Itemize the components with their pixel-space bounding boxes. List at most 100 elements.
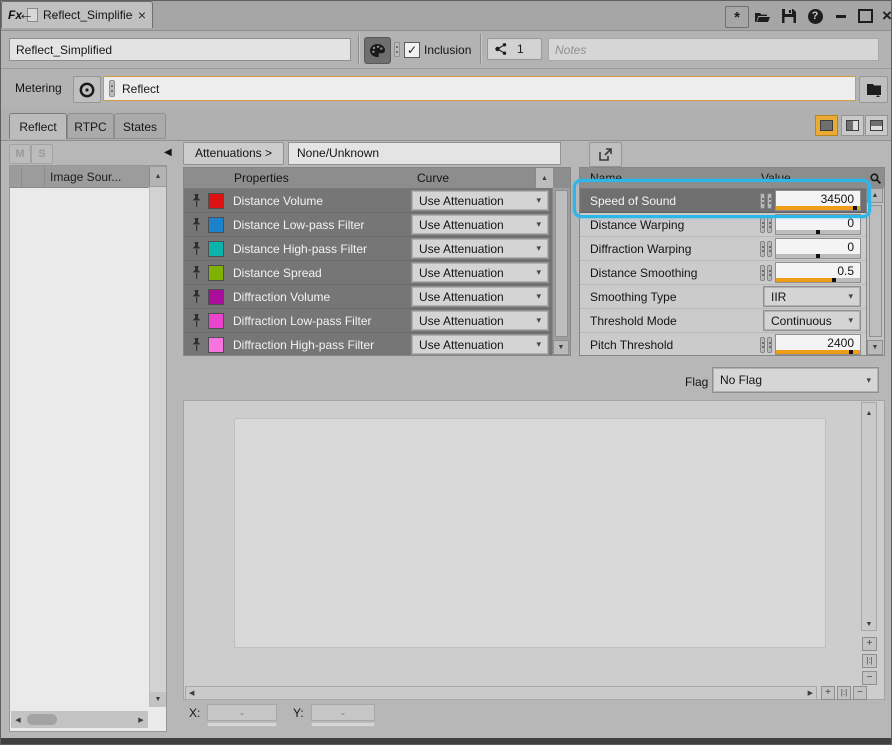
color-palette-button[interactable]: [364, 37, 391, 64]
view-mode-split-horizontal-button[interactable]: [865, 115, 888, 136]
curve-dropdown[interactable]: Use Attenuation▾: [412, 191, 548, 210]
tab-reflect[interactable]: Reflect: [9, 113, 67, 139]
zoom-in-horizontal-button[interactable]: +: [821, 686, 835, 700]
maximize-button[interactable]: [854, 6, 876, 26]
curve-dropdown[interactable]: Use Attenuation▾: [412, 335, 548, 354]
pin-icon[interactable]: [184, 194, 208, 207]
scroll-down-icon[interactable]: ▼: [150, 692, 166, 707]
zoom-in-vertical-button[interactable]: +: [862, 637, 877, 651]
search-button[interactable]: [866, 173, 884, 184]
scroll-right-icon[interactable]: ▶: [808, 689, 816, 697]
open-in-editor-button[interactable]: [589, 142, 622, 167]
fit-vertical-button[interactable]: |:|: [862, 654, 877, 668]
scroll-up-icon[interactable]: ▲: [863, 404, 875, 418]
object-name-input[interactable]: [9, 38, 351, 61]
rtpc-link-icon[interactable]: [760, 265, 772, 281]
slider-track[interactable]: [776, 254, 860, 258]
zoom-out-vertical-button[interactable]: −: [862, 671, 877, 685]
rtpc-link-icon[interactable]: [760, 217, 772, 233]
tab-rtpc[interactable]: RTPC: [67, 113, 114, 139]
pin-icon[interactable]: [184, 338, 208, 351]
scroll-up-icon[interactable]: ▲: [149, 167, 166, 186]
link-indicator-icon[interactable]: [394, 42, 400, 57]
rtpc-link-icon[interactable]: [760, 193, 772, 209]
y-coordinate-field[interactable]: -: [311, 704, 375, 721]
zoom-out-horizontal-button[interactable]: −: [853, 686, 867, 700]
param-row-diffraction-warping[interactable]: Diffraction Warping 0: [580, 237, 884, 261]
scroll-up-button[interactable]: ▲: [535, 168, 553, 189]
param-row-distance-warping[interactable]: Distance Warping 0: [580, 213, 884, 237]
sharesets-button[interactable]: 1: [487, 38, 542, 60]
fit-horizontal-button[interactable]: |:|: [837, 686, 851, 700]
open-folder-icon[interactable]: [751, 6, 773, 26]
slider-marker[interactable]: [832, 278, 836, 282]
pin-icon[interactable]: [184, 218, 208, 231]
slider-track[interactable]: [776, 230, 860, 234]
help-button[interactable]: ?: [804, 6, 826, 26]
pin-icon[interactable]: [184, 242, 208, 255]
curve-dropdown[interactable]: Use Attenuation▾: [412, 311, 548, 330]
param-row-speed-of-sound[interactable]: Speed of Sound 34500: [580, 189, 884, 213]
scroll-up-icon[interactable]: ▲: [867, 188, 883, 203]
hscroll-thumb[interactable]: [27, 714, 57, 725]
image-sources-column-header[interactable]: Image Sour...: [45, 170, 149, 184]
view-mode-single-button[interactable]: [815, 115, 838, 136]
curve-dropdown[interactable]: Use Attenuation▾: [412, 239, 548, 258]
pin-icon[interactable]: [184, 314, 208, 327]
attenuation-name-field[interactable]: None/Unknown: [288, 142, 561, 165]
x-coordinate-field[interactable]: -: [207, 704, 277, 721]
slider-marker[interactable]: [816, 230, 820, 234]
properties-column-header[interactable]: Properties: [234, 171, 417, 185]
forward-button[interactable]: →: [41, 5, 63, 25]
vscroll-thumb[interactable]: [555, 190, 568, 337]
param-value-field[interactable]: 0.5: [775, 262, 861, 283]
param-row-pitch-threshold[interactable]: Pitch Threshold 2400: [580, 333, 884, 356]
threshold-mode-dropdown[interactable]: Continuous▾: [764, 311, 860, 330]
metering-target-field[interactable]: Reflect: [103, 76, 856, 101]
slider-marker[interactable]: [853, 206, 857, 210]
param-value-field[interactable]: 0: [775, 238, 861, 259]
pin-window-button[interactable]: *: [725, 6, 749, 28]
back-button[interactable]: ←: [15, 5, 37, 25]
graph-plot-region[interactable]: [234, 418, 826, 648]
slider-track[interactable]: [776, 206, 860, 210]
rtpc-link-icon[interactable]: [760, 337, 772, 353]
properties-vscrollbar[interactable]: ▼: [552, 188, 570, 355]
view-mode-split-vertical-button[interactable]: [841, 115, 864, 136]
slider-marker[interactable]: [816, 254, 820, 258]
param-row-threshold-mode[interactable]: Threshold Mode Continuous▾: [580, 309, 884, 333]
scroll-right-icon[interactable]: ▶: [134, 711, 148, 728]
scroll-left-icon[interactable]: ◀: [11, 711, 25, 728]
solo-button[interactable]: S: [31, 144, 53, 164]
scroll-down-icon[interactable]: ▼: [863, 615, 875, 629]
param-value-field[interactable]: 0: [775, 214, 861, 235]
scroll-left-icon[interactable]: ◀: [186, 689, 194, 697]
flag-dropdown[interactable]: No Flag▾: [713, 368, 878, 392]
pin-icon[interactable]: [184, 290, 208, 303]
slider-track[interactable]: [776, 350, 860, 354]
graph-hscrollbar[interactable]: ◀ ▶: [185, 686, 817, 700]
name-column-header[interactable]: Name: [580, 171, 761, 185]
image-sources-hscrollbar[interactable]: ◀ ▶: [11, 711, 148, 728]
curve-dropdown[interactable]: Use Attenuation▾: [412, 215, 548, 234]
image-sources-vscrollbar[interactable]: [149, 187, 166, 707]
param-value-field[interactable]: 2400: [775, 334, 861, 355]
notes-input[interactable]: [548, 38, 879, 61]
mute-button[interactable]: M: [9, 144, 31, 164]
collapse-panel-icon[interactable]: ◀: [164, 147, 172, 158]
metering-settings-button[interactable]: [73, 76, 101, 103]
curve-dropdown[interactable]: Use Attenuation▾: [412, 287, 548, 306]
browse-folder-button[interactable]: [859, 76, 888, 103]
curve-dropdown[interactable]: Use Attenuation▾: [412, 263, 548, 282]
save-icon[interactable]: [778, 6, 800, 26]
tab-close-icon[interactable]: ×: [138, 8, 146, 22]
slider-track[interactable]: [776, 278, 860, 282]
param-value-field[interactable]: 34500: [775, 190, 861, 211]
scroll-down-icon[interactable]: ▼: [553, 340, 569, 355]
scroll-down-icon[interactable]: ▼: [867, 340, 883, 355]
param-row-smoothing-type[interactable]: Smoothing Type IIR▾: [580, 285, 884, 309]
reflections-graph-area[interactable]: ▲ ▼ + |:| − ◀ ▶ + |:| −: [183, 400, 885, 700]
attenuations-button[interactable]: Attenuations >: [183, 142, 284, 165]
tab-states[interactable]: States: [114, 113, 166, 139]
close-window-button[interactable]: ×: [876, 6, 892, 26]
